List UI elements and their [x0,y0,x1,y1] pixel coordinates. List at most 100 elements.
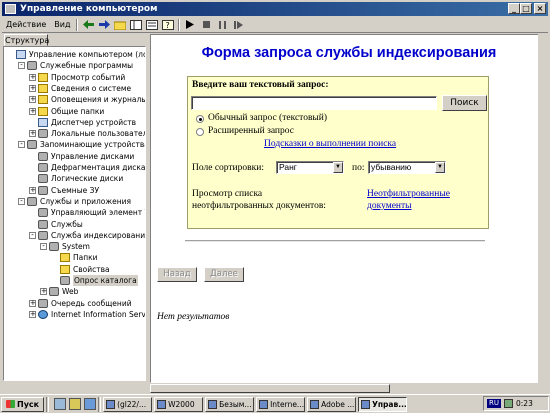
folder-icon [38,95,48,105]
taskbar-button[interactable]: W2000 [154,396,204,412]
close-button[interactable]: × [534,3,546,14]
minimize-button[interactable]: _ [508,3,520,14]
scrollbar-thumb[interactable] [150,384,390,393]
search-hints-link[interactable]: Подсказки о выполнении поиска [264,139,396,149]
show-tree-icon[interactable] [129,18,143,31]
tree-item-label: Службы и приложения [40,196,131,206]
tree-item-label: Служба индексирования [51,230,146,240]
start-button[interactable]: Пуск [1,396,45,412]
tree-item[interactable]: + Съемные ЗУ [29,185,99,196]
taskbar-button[interactable]: Adobe ... [307,396,357,412]
tree-item[interactable]: Управляющий элемент WMI [29,207,145,218]
taskbar-button[interactable]: (gl22/... [103,396,153,412]
tree-item[interactable]: + Web [40,286,78,297]
window-icon [106,399,116,409]
tree-item-label: Управление дисками [51,151,135,161]
expand-icon[interactable]: + [29,107,36,115]
search-button[interactable]: Поиск [442,95,487,111]
quicklaunch-icon[interactable] [84,398,97,410]
snapin-icon [38,298,48,308]
horizontal-scrollbar[interactable] [0,383,550,394]
tray-icon[interactable] [504,399,513,408]
taskbar-button[interactable]: Безым... [205,396,255,412]
expand-icon[interactable]: + [29,84,36,92]
stop-icon[interactable] [199,18,213,31]
tree-item[interactable]: Свойства [51,264,110,275]
tree-item[interactable]: Опрос каталога [51,275,138,286]
properties-icon[interactable] [145,18,159,31]
tree-item-label: Локальные пользователи и г [51,129,145,139]
folder-icon [60,264,70,274]
tree-item[interactable]: - Запоминающие устройства [18,139,145,150]
clock[interactable]: 0:23 [516,399,533,408]
radio-advanced-query[interactable] [196,128,204,136]
tab-structure[interactable]: Структура [4,34,49,46]
tree-item[interactable]: + Общие папки [29,106,104,117]
expand-icon[interactable]: + [40,288,47,296]
back-button[interactable]: Назад [157,267,197,282]
query-input[interactable] [191,96,437,110]
collapse-icon[interactable]: - [18,62,25,70]
help-icon[interactable]: ? [161,18,175,31]
sort-field-select[interactable]: Ранг ▼ [276,161,344,174]
windows-logo-icon [6,400,15,408]
computer-management-window: Управление компьютером _ □ × Действие Ви… [0,0,550,394]
pause-icon[interactable] [215,18,229,31]
taskbar-button[interactable]: Interne... [256,396,306,412]
snapin-icon [49,287,59,297]
collapse-icon[interactable]: - [29,231,36,239]
tree-item[interactable]: Папки [51,252,98,263]
collapse-icon[interactable]: - [40,243,47,251]
expand-icon[interactable]: + [29,73,36,81]
tree-item[interactable]: + Очередь сообщений [29,298,132,309]
expand-icon[interactable]: + [29,299,36,307]
tree-item[interactable]: Службы [29,219,83,230]
tree-item[interactable]: + Оповещения и журналы про [29,94,145,105]
language-indicator[interactable]: RU [487,399,501,408]
expand-icon[interactable]: + [29,186,36,194]
query-form: Введите ваш текстовый запрос: Поиск Обыч… [187,76,489,229]
menu-view[interactable]: Вид [50,20,74,29]
window-icon [208,399,218,409]
tree-item[interactable]: - Служба индексирования [29,230,146,241]
expand-icon[interactable]: + [29,96,36,104]
tree-item[interactable]: Логические диски [29,173,123,184]
expand-icon[interactable]: + [29,310,36,318]
tree-item-label: Папки [73,253,98,263]
tree-item[interactable]: - Службы и приложения [18,196,131,207]
tree-item[interactable]: + Локальные пользователи и г [29,128,145,139]
vertical-scrollbar[interactable] [538,34,546,383]
restart-icon[interactable] [231,18,245,31]
unfiltered-docs-link[interactable]: Неотфильтрованные [367,189,450,199]
menu-action[interactable]: Действие [2,20,50,29]
tree-item[interactable]: + Internet Information Services [29,309,145,320]
tree-item[interactable]: - Служебные программы [18,60,133,71]
svg-text:?: ? [166,21,170,30]
sort-order-select[interactable]: убыванию ▼ [368,161,446,174]
expand-icon[interactable]: + [29,130,36,138]
quicklaunch-icon[interactable] [69,398,82,410]
up-folder-icon[interactable] [113,18,127,31]
next-button[interactable]: Далее [204,267,244,282]
tree-item[interactable]: Диспетчер устройств [29,117,136,128]
collapse-icon[interactable]: - [18,197,25,205]
query-label: Введите ваш текстовый запрос: [192,80,329,90]
collapse-icon[interactable]: - [18,141,25,149]
taskbar-button[interactable]: Управ... [358,396,408,412]
console-tree[interactable]: Управление компьютером (локальн - Служебны… [3,46,146,381]
tree-item[interactable]: + Просмотр событий [29,72,125,83]
tree-item[interactable]: + Сведения о системе [29,83,131,94]
back-arrow-icon[interactable] [81,18,95,31]
radio-simple-query[interactable] [196,115,204,123]
maximize-button[interactable]: □ [520,3,532,14]
tree-item-label: Служебные программы [40,61,134,71]
tree-item[interactable]: Управление компьютером (локальн [7,49,145,60]
play-icon[interactable] [183,18,197,31]
tree-item-label: Очередь сообщений [51,298,132,308]
tree-item[interactable]: Управление дисками [29,151,134,162]
tree-item[interactable]: - System [40,241,90,252]
forward-arrow-icon[interactable] [97,18,111,31]
tree-item[interactable]: Дефрагментация диска [29,162,145,173]
quicklaunch-icon[interactable] [54,398,67,410]
unfiltered-docs-link-2[interactable]: документы [367,201,412,211]
